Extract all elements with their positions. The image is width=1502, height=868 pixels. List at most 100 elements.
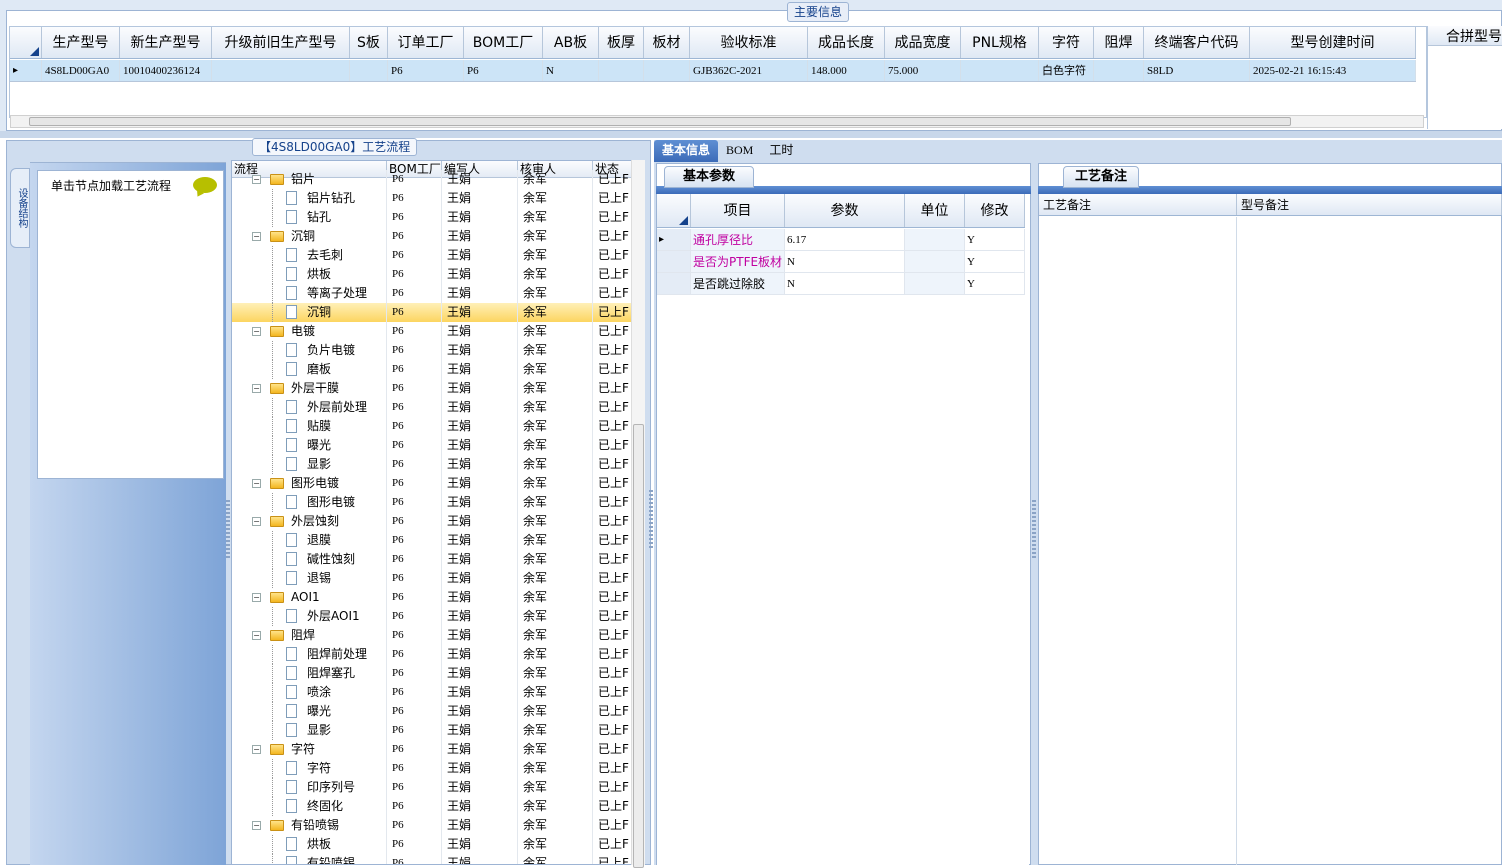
tree-node[interactable]: − 电镀: [232, 322, 387, 341]
table-row[interactable]: ▸ 4S8LD00GA0 10010400236124 P6 P6 N GJB362C-20…: [10, 60, 1416, 82]
tree-node[interactable]: 等离子处理: [232, 284, 387, 303]
param-unit[interactable]: [905, 229, 965, 250]
tree-node[interactable]: 终固化: [232, 797, 387, 816]
column-header[interactable]: AB板: [543, 27, 599, 58]
column-header[interactable]: 板材: [644, 27, 690, 58]
collapse-icon[interactable]: −: [252, 232, 261, 241]
collapse-icon[interactable]: −: [252, 631, 261, 640]
tree-node[interactable]: − 有铅喷锡: [232, 816, 387, 835]
tree-row[interactable]: − 铝片 P6 王娟 余军 已上F: [232, 170, 632, 189]
tree-row[interactable]: 退锡 P6 王娟 余军 已上F: [232, 569, 632, 588]
tree-row[interactable]: 去毛刺 P6 王娟 余军 已上F: [232, 246, 632, 265]
param-row[interactable]: 是否跳过除胶 N Y: [657, 273, 1025, 295]
tree-node[interactable]: − 外层干膜: [232, 379, 387, 398]
tree-row[interactable]: − 字符 P6 王娟 余军 已上F: [232, 740, 632, 759]
vertical-splitter-handle[interactable]: [226, 500, 230, 560]
remarks-column-header[interactable]: 工艺备注: [1039, 194, 1237, 215]
horizontal-scrollbar[interactable]: [10, 115, 1424, 128]
table-cell[interactable]: [644, 60, 690, 81]
table-cell[interactable]: P6: [464, 60, 543, 81]
param-value[interactable]: 6.17: [785, 229, 905, 250]
tree-node[interactable]: 外层AOI1: [232, 607, 387, 626]
tree-node[interactable]: 退锡: [232, 569, 387, 588]
horizontal-splitter[interactable]: [0, 131, 1502, 138]
column-header[interactable]: 升级前旧生产型号: [212, 27, 350, 58]
collapse-icon[interactable]: −: [252, 821, 261, 830]
table-cell[interactable]: 白色字符: [1039, 60, 1094, 81]
tree-node[interactable]: 显影: [232, 721, 387, 740]
param-item[interactable]: 是否跳过除胶: [691, 273, 785, 294]
tree-row[interactable]: 曝光 P6 王娟 余军 已上F: [232, 702, 632, 721]
tree-node[interactable]: 贴膜: [232, 417, 387, 436]
column-header[interactable]: 验收标准: [690, 27, 808, 58]
tab-bom[interactable]: BOM: [718, 140, 761, 162]
tree-row[interactable]: − 外层干膜 P6 王娟 余军 已上F: [232, 379, 632, 398]
table-cell[interactable]: 2025-02-21 16:15:43: [1250, 60, 1416, 81]
column-header[interactable]: 终端客户代码: [1144, 27, 1250, 58]
remarks-column-header[interactable]: 型号备注: [1237, 194, 1502, 215]
param-unit[interactable]: [905, 273, 965, 294]
tree-row[interactable]: − 外层蚀刻 P6 王娟 余军 已上F: [232, 512, 632, 531]
tree-node[interactable]: 沉铜: [232, 303, 387, 322]
tree-row[interactable]: 印序列号 P6 王娟 余军 已上F: [232, 778, 632, 797]
device-structure-tab[interactable]: 设备结构: [10, 168, 30, 248]
column-header[interactable]: 阻焊: [1094, 27, 1144, 58]
tree-node[interactable]: − 铝片: [232, 170, 387, 189]
tree-row[interactable]: 外层AOI1 P6 王娟 余军 已上F: [232, 607, 632, 626]
tree-node[interactable]: − 沉铜: [232, 227, 387, 246]
tree-row[interactable]: 图形电镀 P6 王娟 余军 已上F: [232, 493, 632, 512]
tree-node[interactable]: 有铅喷锡: [232, 854, 387, 864]
tree-node[interactable]: 烘板: [232, 265, 387, 284]
tree-node[interactable]: 显影: [232, 455, 387, 474]
tree-node[interactable]: 去毛刺: [232, 246, 387, 265]
column-header[interactable]: S板: [350, 27, 388, 58]
table-cell[interactable]: [1094, 60, 1144, 81]
param-value[interactable]: N: [785, 251, 905, 272]
param-value[interactable]: N: [785, 273, 905, 294]
tree-node[interactable]: 钻孔: [232, 208, 387, 227]
column-header[interactable]: 单位: [905, 194, 965, 227]
table-cell[interactable]: S8LD: [1144, 60, 1250, 81]
table-cell[interactable]: 4S8LD00GA0: [42, 60, 120, 81]
table-cell[interactable]: [212, 60, 350, 81]
tree-row[interactable]: − AOI1 P6 王娟 余军 已上F: [232, 588, 632, 607]
column-header[interactable]: 成品宽度: [885, 27, 961, 58]
tree-row[interactable]: 有铅喷锡 P6 王娟 余军 已上F: [232, 854, 632, 864]
tree-row[interactable]: 显影 P6 王娟 余军 已上F: [232, 721, 632, 740]
tree-node[interactable]: 喷涂: [232, 683, 387, 702]
param-modify[interactable]: Y: [965, 273, 1025, 294]
combined-model-header[interactable]: 合拼型号: [1428, 26, 1502, 46]
column-header[interactable]: BOM工厂: [464, 27, 543, 58]
param-unit[interactable]: [905, 251, 965, 272]
vertical-splitter-handle[interactable]: [649, 490, 653, 550]
tree-row[interactable]: 钻孔 P6 王娟 余军 已上F: [232, 208, 632, 227]
table-cell[interactable]: [961, 60, 1039, 81]
tree-node[interactable]: 曝光: [232, 436, 387, 455]
tree-node[interactable]: 外层前处理: [232, 398, 387, 417]
tree-vertical-scrollbar[interactable]: [631, 160, 645, 868]
table-cell[interactable]: GJB362C-2021: [690, 60, 808, 81]
tree-row[interactable]: 退膜 P6 王娟 余军 已上F: [232, 531, 632, 550]
tree-row[interactable]: 阻焊塞孔 P6 王娟 余军 已上F: [232, 664, 632, 683]
param-row[interactable]: ▸ 通孔厚径比 6.17 Y: [657, 229, 1025, 251]
table-cell[interactable]: [350, 60, 388, 81]
tree-node[interactable]: 印序列号: [232, 778, 387, 797]
tree-node[interactable]: 字符: [232, 759, 387, 778]
tree-node[interactable]: − 外层蚀刻: [232, 512, 387, 531]
column-header[interactable]: 成品长度: [808, 27, 885, 58]
collapse-icon[interactable]: −: [252, 384, 261, 393]
tree-row[interactable]: 负片电镀 P6 王娟 余军 已上F: [232, 341, 632, 360]
collapse-icon[interactable]: −: [252, 517, 261, 526]
param-item[interactable]: 是否为PTFE板材: [691, 251, 785, 272]
tab-process-remarks[interactable]: 工艺备注: [1063, 166, 1139, 188]
tree-row[interactable]: 阻焊前处理 P6 王娟 余军 已上F: [232, 645, 632, 664]
tree-node[interactable]: − 阻焊: [232, 626, 387, 645]
column-header[interactable]: 板厚: [599, 27, 644, 58]
table-cell[interactable]: N: [543, 60, 599, 81]
param-item[interactable]: 通孔厚径比: [691, 229, 785, 250]
collapse-icon[interactable]: −: [252, 593, 261, 602]
tree-row[interactable]: 烘板 P6 王娟 余军 已上F: [232, 835, 632, 854]
collapse-icon[interactable]: −: [252, 479, 261, 488]
tree-row[interactable]: 烘板 P6 王娟 余军 已上F: [232, 265, 632, 284]
collapse-icon[interactable]: −: [252, 175, 261, 184]
